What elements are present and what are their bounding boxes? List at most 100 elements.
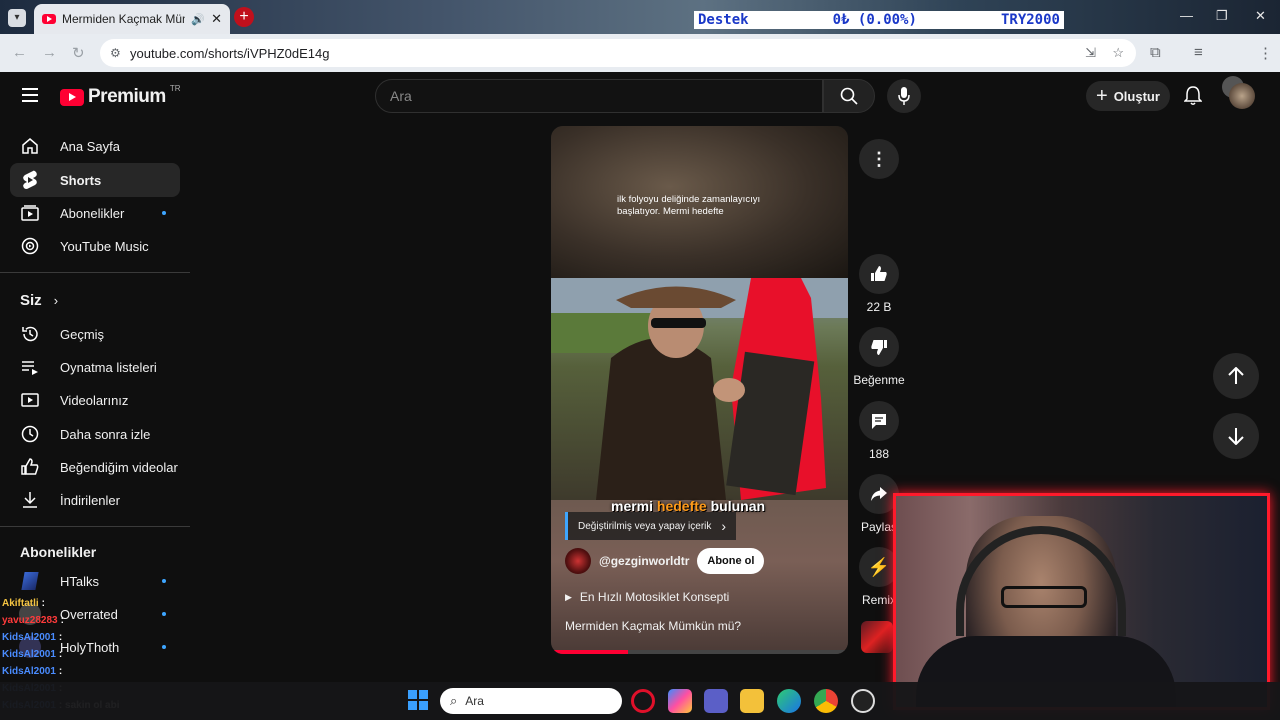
more-options-button[interactable]: ⋮	[859, 139, 899, 185]
hamburger-menu-icon[interactable]	[22, 88, 38, 102]
thumbs-down-icon	[859, 327, 899, 367]
home-icon	[10, 137, 50, 155]
altered-content-text: Değiştirilmiş veya yapay içerik	[578, 520, 712, 532]
comments-button[interactable]: 188	[859, 401, 899, 461]
menu-dots-icon[interactable]: ⋮	[1258, 44, 1273, 62]
notifications-bell-icon[interactable]	[1183, 86, 1203, 111]
install-icon[interactable]: ⇲	[1085, 45, 1096, 61]
channel-avatar	[10, 572, 50, 590]
chat-text: :	[41, 598, 46, 609]
sidebar-item-music[interactable]: YouTube Music	[10, 229, 180, 263]
copilot-icon[interactable]	[668, 689, 692, 713]
like-button[interactable]: 22 B	[859, 254, 899, 314]
opera-icon[interactable]	[631, 689, 655, 713]
sidebar-item-downloads[interactable]: İndirilenler	[10, 483, 180, 517]
maximize-icon[interactable]: ❐	[1216, 8, 1228, 24]
subscriptions-icon	[10, 204, 50, 222]
site-info-icon[interactable]: ⚙	[110, 46, 121, 60]
progress-bar[interactable]	[551, 650, 848, 654]
forward-icon[interactable]: →	[42, 44, 57, 61]
extensions-icon[interactable]: ⧉	[1150, 44, 1161, 61]
url-field[interactable]: ⚙ youtube.com/shorts/iVPHZ0dE14g ⇲ ☆	[100, 39, 1136, 67]
search-icon	[840, 87, 858, 105]
sidebar-item-label: YouTube Music	[60, 238, 149, 254]
short-video-player[interactable]: ilk folyoyu deliğinde zamanlayıcıyı başl…	[551, 126, 848, 654]
sidebar-item-playlists[interactable]: Oynatma listeleri	[10, 350, 180, 384]
share-label: Paylaş	[860, 520, 898, 534]
related-video-link[interactable]: ▶ En Hızlı Motosiklet Konsepti	[565, 590, 729, 604]
create-button[interactable]: + Oluştur	[1086, 81, 1170, 111]
obs-icon[interactable]	[851, 689, 875, 713]
chrome-icon[interactable]	[814, 689, 838, 713]
youtube-play-icon	[60, 88, 84, 106]
ticker-goal: TRY2000	[1000, 12, 1060, 28]
chat-text: :	[58, 666, 63, 677]
windows-start-icon[interactable]	[408, 690, 428, 710]
browser-tab-strip: ▾ Mermiden Kaçmak Mümkü 🔊 ✕ + Destek 0₺ …	[0, 0, 1280, 34]
close-tab-icon[interactable]: ✕	[211, 11, 222, 27]
dislike-button[interactable]: Beğenme	[850, 327, 908, 387]
minimize-icon[interactable]: —	[1180, 8, 1193, 23]
file-explorer-icon[interactable]	[740, 689, 764, 713]
channel-name[interactable]: @gezginworldtr	[599, 554, 689, 568]
altered-content-label[interactable]: Değiştirilmiş veya yapay içerik ›	[565, 512, 737, 540]
chat-username: Akiftatli	[2, 598, 39, 609]
bookmark-star-icon[interactable]: ☆	[1112, 45, 1124, 61]
sidebar-item-label: HTalks	[60, 573, 100, 589]
channel-avatar[interactable]	[565, 548, 591, 574]
teams-icon[interactable]	[704, 689, 728, 713]
video-scene	[551, 278, 848, 500]
donation-ticker: Destek 0₺ (0.00%) TRY2000	[694, 11, 1064, 29]
search-button[interactable]	[823, 79, 875, 113]
region-label: TR	[169, 83, 181, 93]
sidebar-item-watch-later[interactable]: Daha sonra izle	[10, 417, 180, 451]
account-avatar[interactable]	[1229, 83, 1255, 109]
sidebar-item-history[interactable]: Geçmiş	[10, 317, 180, 351]
chevron-right-icon: ›	[721, 518, 727, 534]
sidebar-item-label: Geçmiş	[60, 326, 105, 342]
chat-username: KidsAl2001	[2, 666, 56, 677]
you-section-header[interactable]: Siz ›	[20, 292, 58, 309]
media-icon[interactable]: ≡	[1194, 44, 1203, 61]
shorts-icon	[10, 170, 50, 190]
previous-short-button[interactable]	[1213, 353, 1259, 399]
sidebar-item-label: Oynatma listeleri	[60, 359, 157, 375]
subscriptions-section-title: Abonelikler	[20, 544, 97, 560]
address-bar-row: ← → ↻ ⚙ youtube.com/shorts/iVPHZ0dE14g ⇲…	[0, 34, 1280, 98]
sidebar-item-label: Daha sonra izle	[60, 426, 151, 442]
close-window-icon[interactable]: ✕	[1255, 8, 1266, 24]
youtube-logo[interactable]: Premium TR	[60, 83, 181, 108]
search-input[interactable]: Ara	[375, 79, 823, 113]
subscribe-button[interactable]: Abone ol	[697, 548, 765, 574]
sidebar-item-your-videos[interactable]: Videolarınız	[10, 383, 180, 417]
more-vert-icon: ⋮	[859, 139, 899, 179]
new-tab-button[interactable]: +	[234, 7, 254, 27]
new-content-dot	[162, 579, 166, 583]
chat-message: KidsAl2001:	[2, 649, 62, 660]
chat-text: :	[58, 632, 63, 643]
browser-tab[interactable]: Mermiden Kaçmak Mümkü 🔊 ✕	[34, 4, 230, 34]
next-short-button[interactable]	[1213, 413, 1259, 459]
progress-fill	[551, 650, 629, 654]
sidebar-item-shorts[interactable]: Shorts	[10, 163, 180, 197]
sidebar-item-channel[interactable]: HTalks	[10, 564, 180, 598]
sidebar-item-home[interactable]: Ana Sayfa	[10, 129, 180, 163]
chat-username: KidsAl2001	[2, 632, 56, 643]
comment-icon	[859, 401, 899, 441]
sound-thumbnail[interactable]	[861, 621, 893, 653]
tab-list-button[interactable]: ▾	[8, 9, 26, 27]
sidebar-item-liked-videos[interactable]: Beğendiğim videolar	[10, 450, 180, 484]
arrow-up-icon	[1228, 367, 1244, 384]
search-icon: ⌕	[450, 693, 458, 708]
chevron-right-icon: ›	[53, 293, 59, 308]
channel-row: @gezginworldtr Abone ol	[565, 548, 765, 574]
speaker-icon[interactable]: 🔊	[191, 13, 205, 26]
back-icon[interactable]: ←	[12, 44, 27, 61]
youtube-favicon-icon	[42, 14, 56, 24]
comment-count: 188	[868, 447, 890, 461]
reload-icon[interactable]: ↻	[72, 44, 85, 62]
taskbar-search-input[interactable]: ⌕ Ara	[440, 688, 622, 714]
voice-search-button[interactable]	[887, 79, 921, 113]
edge-icon[interactable]	[777, 689, 801, 713]
sidebar-item-subscriptions[interactable]: Abonelikler	[10, 196, 180, 230]
